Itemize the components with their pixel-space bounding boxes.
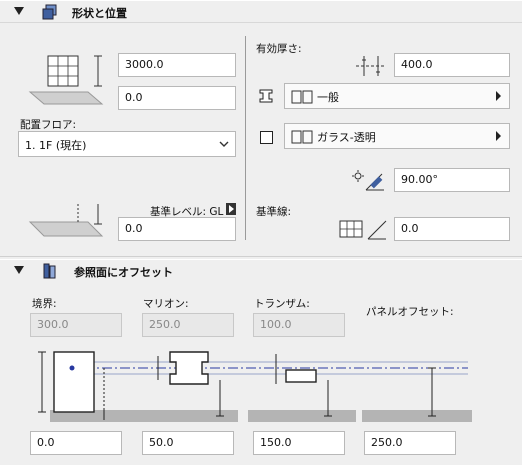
thickness-input[interactable]: 400.0 bbox=[394, 53, 510, 77]
dropdown-arrow-icon bbox=[496, 131, 501, 141]
boundary-offset-input[interactable]: 0.0 bbox=[30, 431, 122, 455]
chevron-down-icon bbox=[219, 141, 229, 147]
offset-section-header[interactable]: 参照面にオフセット bbox=[0, 259, 522, 281]
sun-angle-icon bbox=[352, 170, 384, 191]
mullion-label: マリオン: bbox=[143, 298, 189, 310]
floor-label: 配置フロア: bbox=[20, 119, 77, 131]
panel-offset-label: パネルオフセット: bbox=[366, 306, 454, 318]
ref-level-arrow-button[interactable] bbox=[226, 203, 236, 215]
geometry-cube-icon bbox=[42, 4, 57, 20]
offset-icon bbox=[43, 263, 56, 279]
angle-input[interactable]: 90.00° bbox=[394, 168, 510, 192]
ref-level-offset-input[interactable]: 0.0 bbox=[118, 217, 236, 241]
divider bbox=[0, 256, 522, 257]
boundary-label: 境界: bbox=[32, 298, 57, 310]
profile-preview-icon bbox=[291, 90, 313, 104]
ref-line-icon bbox=[339, 220, 387, 240]
height-input[interactable]: 3000.0 bbox=[118, 53, 236, 77]
mullion-offset-input[interactable]: 50.0 bbox=[142, 431, 234, 455]
geometry-section-header[interactable]: 形状と位置 bbox=[0, 0, 522, 22]
material-checkbox[interactable] bbox=[260, 131, 273, 144]
mullion-readonly: 250.0 bbox=[142, 313, 234, 337]
offset-diagram bbox=[38, 351, 472, 422]
geometry-title: 形状と位置 bbox=[72, 7, 127, 20]
offset-title: 参照面にオフセット bbox=[74, 266, 173, 279]
floor-value: 1. 1F (現在) bbox=[25, 139, 87, 152]
thickness-label: 有効厚さ: bbox=[256, 43, 302, 55]
boundary-readonly: 300.0 bbox=[30, 313, 122, 337]
divider bbox=[0, 22, 522, 23]
transom-offset-input[interactable]: 150.0 bbox=[253, 431, 345, 455]
height-icon bbox=[28, 55, 104, 105]
transom-label: トランザム: bbox=[254, 298, 310, 310]
bottom-offset-input[interactable]: 0.0 bbox=[118, 86, 236, 110]
ref-line-input[interactable]: 0.0 bbox=[394, 217, 510, 241]
column-divider bbox=[245, 36, 246, 240]
material-value: ガラス-透明 bbox=[317, 131, 376, 144]
thickness-icon bbox=[356, 56, 386, 76]
profile-value: 一般 bbox=[317, 91, 339, 104]
ref-level-icon bbox=[28, 204, 104, 237]
profile-icon bbox=[259, 89, 273, 103]
material-preview-icon bbox=[291, 130, 313, 144]
dropdown-arrow-icon bbox=[496, 91, 501, 101]
ref-line-label: 基準線: bbox=[256, 206, 292, 218]
floor-select[interactable]: 1. 1F (現在) bbox=[18, 131, 236, 157]
collapse-triangle-icon[interactable] bbox=[14, 7, 24, 15]
profile-select[interactable]: 一般 bbox=[284, 83, 510, 109]
panel-offset-input[interactable]: 250.0 bbox=[364, 431, 456, 455]
transom-readonly: 100.0 bbox=[253, 313, 345, 337]
collapse-triangle-icon[interactable] bbox=[14, 266, 24, 274]
material-select[interactable]: ガラス-透明 bbox=[284, 123, 510, 149]
